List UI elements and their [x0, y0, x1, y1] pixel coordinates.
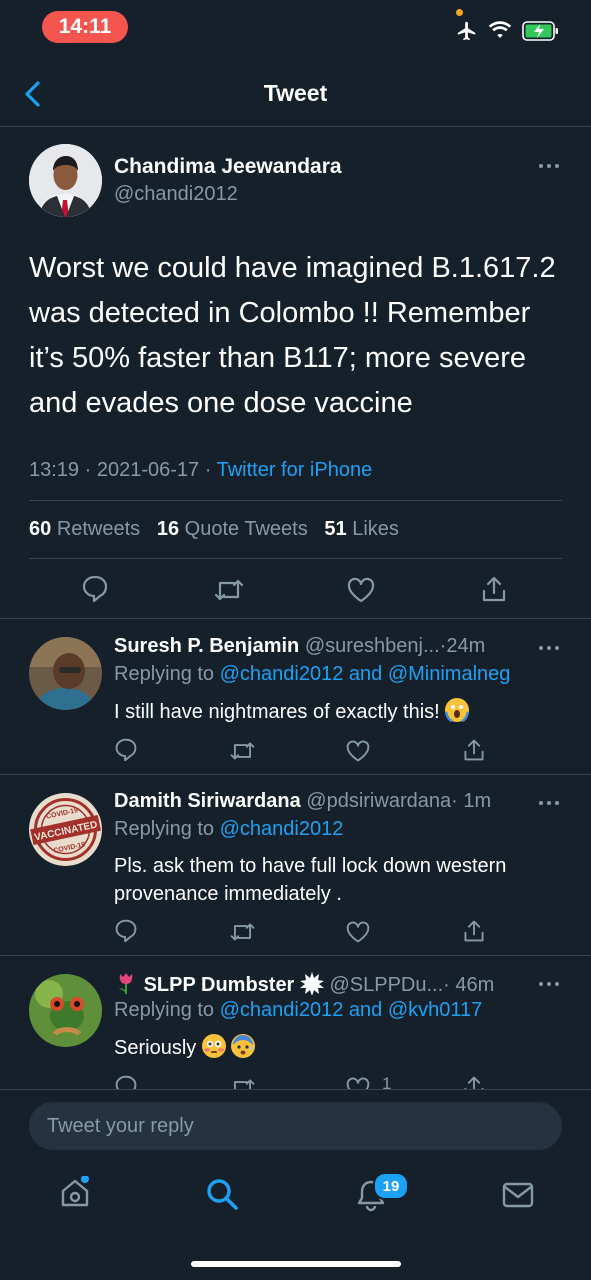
replying-to-prefix: Replying to: [114, 999, 215, 1021]
reply-actions-clipped: 1: [114, 1074, 534, 1089]
retweet-icon[interactable]: [229, 920, 256, 944]
privacy-indicator-dot: [456, 9, 463, 16]
more-options-icon[interactable]: [538, 158, 560, 174]
reply-author-name[interactable]: SLPP Dumbster: [144, 974, 295, 996]
home-indicator: [191, 1261, 401, 1267]
replying-to-line: Replying to @chandi2012: [114, 818, 343, 841]
tweet-date: 2021-06-17: [96, 459, 200, 481]
tweet-time: 13:19: [29, 459, 80, 481]
reply-icon[interactable]: [81, 574, 109, 604]
retweet-icon[interactable]: [213, 576, 245, 604]
quotes-count: 16: [156, 518, 180, 540]
tweet-text: Worst we could have imagined B.1.617.2 w…: [29, 252, 556, 419]
replying-to-mentions[interactable]: @chandi2012 and @Minimalneg: [220, 663, 511, 685]
retweet-icon[interactable]: [229, 739, 256, 763]
reply-divider: [0, 955, 591, 956]
retweets-count: 60: [29, 518, 52, 540]
reply-text: Seriously: [114, 1037, 197, 1059]
reply-header: Damith Siriwardana @pdsiriwardana· 1m: [114, 790, 491, 813]
reply-icon[interactable]: [114, 918, 138, 944]
share-icon[interactable]: [462, 737, 486, 763]
home-icon[interactable]: [58, 1176, 92, 1210]
reply-avatar[interactable]: [29, 974, 102, 1047]
tweet-source-link[interactable]: Twitter for iPhone: [217, 459, 373, 481]
tweet-meta: 13:19 · 2021-06-17 · Twitter for iPhone: [29, 459, 372, 482]
reply-author-handle[interactable]: @sureshbenj...: [305, 635, 440, 657]
stats-divider: [29, 558, 562, 559]
page-title: Tweet: [263, 80, 328, 106]
explosion-emoji: [299, 971, 324, 995]
like-count: 1: [382, 1074, 392, 1089]
reply-time: ·24m: [439, 635, 486, 657]
share-icon[interactable]: [462, 918, 486, 944]
like-heart-icon[interactable]: [346, 576, 376, 604]
notifications-badge: 19: [373, 1172, 409, 1200]
likes-stat[interactable]: 51 Likes: [324, 518, 399, 540]
reply-avatar[interactable]: VACCINATED COVID-19 COVID-19: [29, 793, 102, 866]
like-heart-icon[interactable]: [345, 739, 371, 763]
reply-author-handle[interactable]: @pdsiriwardana: [306, 790, 451, 812]
reply-header: Suresh P. Benjamin @sureshbenj...·24m: [114, 635, 485, 658]
share-icon[interactable]: [480, 574, 508, 604]
replying-to-mentions[interactable]: @chandi2012 and @kvh0117: [220, 999, 483, 1021]
quotes-stat[interactable]: 16 Quote Tweets: [157, 518, 308, 540]
tulip-emoji: [114, 971, 138, 995]
meta-divider: [29, 500, 562, 501]
section-divider: [0, 618, 591, 619]
reply-text: Pls. ask them to have full lock down wes…: [114, 855, 507, 905]
reply-text-block: Seriously: [114, 1034, 564, 1062]
status-time: 14:11: [42, 11, 128, 43]
replying-to-prefix: Replying to: [114, 663, 215, 685]
reply-header: SLPP Dumbster @SLPPDu...· 46m: [114, 971, 494, 997]
wifi-icon: [488, 20, 512, 40]
reply-text: I still have nightmares of exactly this!: [114, 701, 440, 723]
more-options-icon[interactable]: [538, 640, 560, 656]
reply-divider: [0, 774, 591, 775]
more-options-icon[interactable]: [538, 976, 560, 992]
likes-label: Likes: [352, 518, 399, 540]
reply-icon[interactable]: [114, 1074, 138, 1089]
meta-separator: ·: [79, 459, 97, 481]
messages-mail-icon[interactable]: [501, 1180, 535, 1210]
meta-separator: ·: [199, 459, 217, 481]
replying-to-prefix: Replying to: [114, 818, 215, 840]
retweets-stat[interactable]: 60 Retweets: [29, 518, 140, 540]
replying-to-line: Replying to @chandi2012 and @Minimalneg: [114, 663, 510, 686]
author-name[interactable]: Chandima Jeewandara: [114, 155, 342, 179]
retweet-icon[interactable]: [229, 1076, 256, 1089]
like-heart-icon[interactable]: [345, 920, 371, 944]
author-handle[interactable]: @chandi2012: [114, 183, 238, 206]
share-icon[interactable]: [462, 1074, 486, 1089]
like-heart-icon[interactable]: [345, 1076, 371, 1089]
reply-text-block: I still have nightmares of exactly this!: [114, 698, 564, 726]
reply-author-handle[interactable]: @SLPPDu...: [329, 974, 443, 996]
likes-count: 51: [324, 518, 347, 540]
reply-author-name[interactable]: Damith Siriwardana: [114, 790, 301, 812]
reply-composer-input[interactable]: Tweet your reply: [29, 1102, 562, 1150]
author-avatar[interactable]: [29, 144, 102, 217]
composer-divider: [0, 1089, 591, 1090]
screaming-face-emoji: [445, 698, 470, 722]
tweet-stats: 60 Retweets 16 Quote Tweets 51 Likes: [29, 518, 399, 541]
reply-time: · 46m: [443, 974, 495, 996]
flushed-face-emoji: [201, 1034, 226, 1058]
anxious-sweat-face-emoji: [231, 1034, 256, 1058]
reply-avatar[interactable]: [29, 637, 102, 710]
nav-divider: [0, 126, 591, 127]
reply-icon[interactable]: [114, 737, 138, 763]
replying-to-mentions[interactable]: @chandi2012: [220, 818, 344, 840]
replying-to-line: Replying to @chandi2012 and @kvh0117: [114, 999, 482, 1022]
quotes-label: Quote Tweets: [184, 518, 308, 540]
reply-author-name[interactable]: Suresh P. Benjamin: [114, 635, 299, 657]
reply-time: · 1m: [451, 790, 492, 812]
search-icon[interactable]: [205, 1177, 239, 1211]
airplane-icon: [456, 20, 478, 42]
more-options-icon[interactable]: [538, 795, 560, 811]
retweets-label: Retweets: [56, 518, 141, 540]
battery-charging-icon: [522, 21, 560, 41]
